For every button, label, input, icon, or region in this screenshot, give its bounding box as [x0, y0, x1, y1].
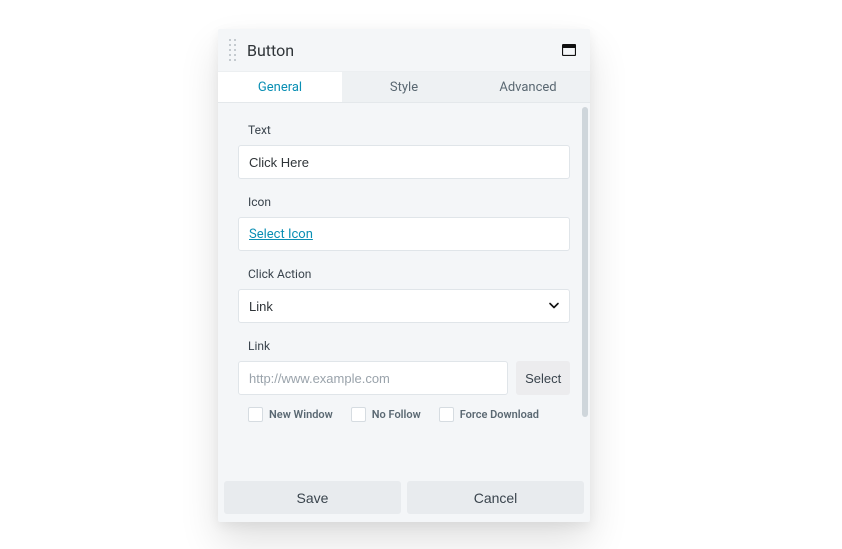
field-click-action: Click Action — [238, 267, 570, 323]
field-link: Link Select New Window No Follow — [238, 339, 570, 422]
panel-title: Button — [247, 41, 562, 60]
checkbox-icon[interactable] — [439, 407, 454, 422]
link-options: New Window No Follow Force Download — [238, 407, 570, 422]
no-follow-option[interactable]: No Follow — [351, 407, 421, 422]
new-window-option[interactable]: New Window — [248, 407, 333, 422]
link-input[interactable] — [238, 361, 508, 395]
icon-label: Icon — [238, 195, 570, 209]
cancel-button[interactable]: Cancel — [407, 481, 584, 514]
text-input[interactable] — [238, 145, 570, 179]
force-download-option[interactable]: Force Download — [439, 407, 539, 422]
field-icon: Icon Select Icon — [238, 195, 570, 251]
link-label: Link — [238, 339, 570, 353]
panel-body: Text Icon Select Icon Click Action — [218, 103, 590, 474]
checkbox-icon[interactable] — [351, 407, 366, 422]
select-icon-link[interactable]: Select Icon — [249, 227, 313, 242]
tab-style[interactable]: Style — [342, 72, 466, 102]
save-button[interactable]: Save — [224, 481, 401, 514]
tab-general[interactable]: General — [218, 72, 342, 102]
force-download-label: Force Download — [460, 408, 539, 421]
click-action-select[interactable] — [238, 289, 570, 323]
checkbox-icon[interactable] — [248, 407, 263, 422]
tab-advanced[interactable]: Advanced — [466, 72, 590, 102]
panel-footer: Save Cancel — [218, 474, 590, 522]
new-window-label: New Window — [269, 408, 333, 421]
window-icon[interactable] — [562, 44, 576, 56]
button-settings-panel: Button General Style Advanced Text — [218, 29, 590, 522]
click-action-label: Click Action — [238, 267, 570, 281]
link-select-button[interactable]: Select — [516, 361, 570, 395]
tabs: General Style Advanced — [218, 72, 590, 103]
no-follow-label: No Follow — [372, 408, 421, 421]
text-label: Text — [238, 123, 570, 137]
panel-header: Button — [218, 29, 590, 72]
field-text: Text — [238, 123, 570, 179]
drag-handle-icon[interactable] — [226, 36, 239, 64]
